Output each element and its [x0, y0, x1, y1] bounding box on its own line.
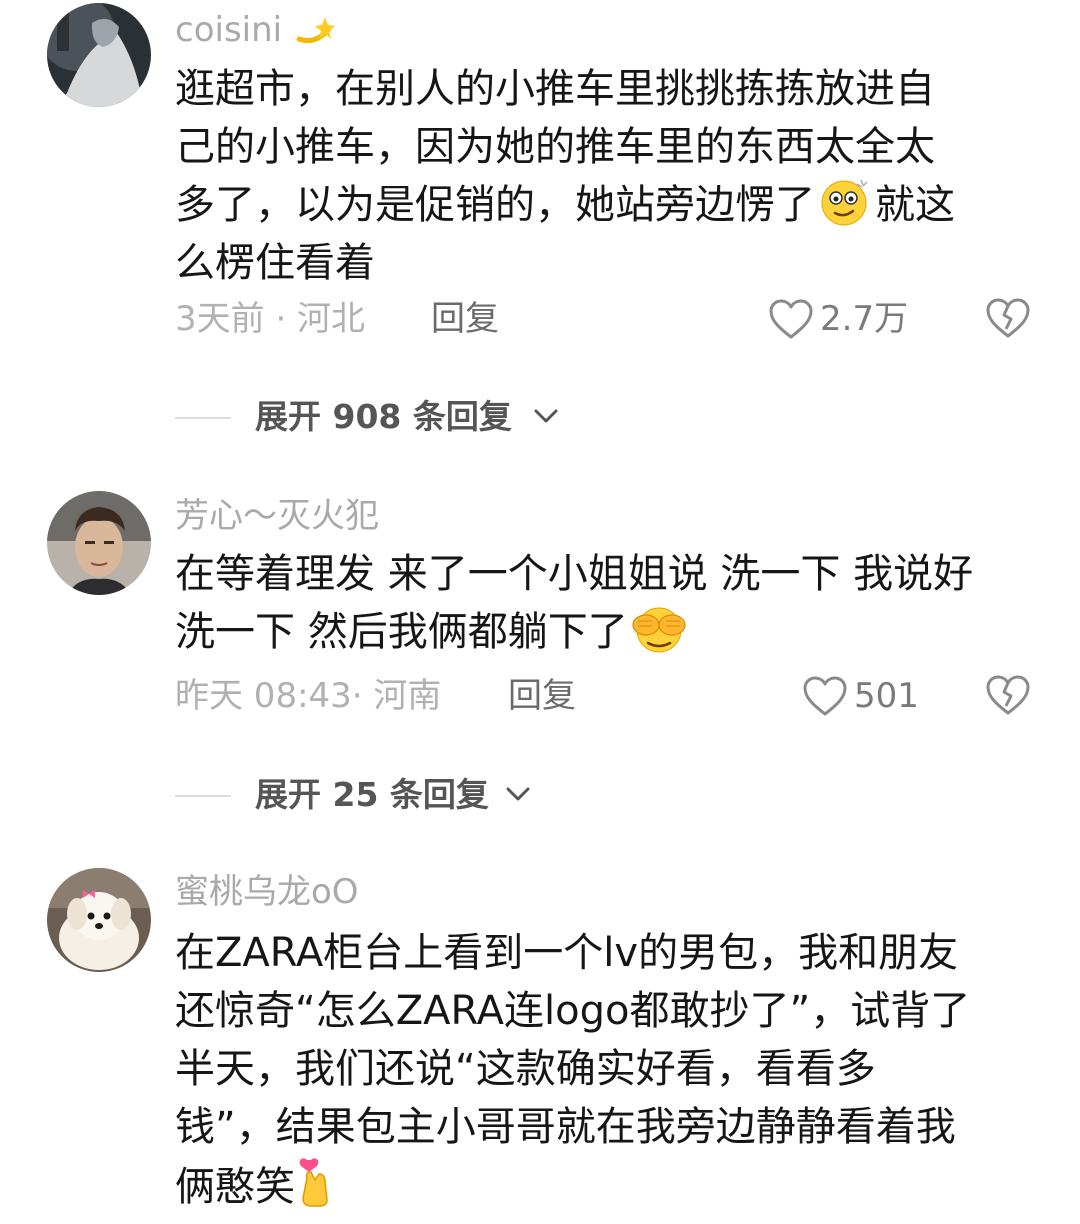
like-count: 501: [854, 676, 919, 716]
like-count: 2.7万: [820, 299, 909, 339]
comment-text: 逛超市，在别人的小推车里挑挑拣拣放进自 己的小推车，因为她的推车里的东西太全太 …: [175, 66, 955, 286]
broken-heart-icon[interactable]: [985, 674, 1031, 727]
chevron-down-icon: [531, 401, 561, 448]
dazed-face-emoji-icon: [817, 176, 873, 242]
comment-text: 在ZARA柜台上看到一个lv的男包，我和朋友 还惊奇“怎么ZARA连logo都敢…: [175, 924, 1045, 1214]
broken-heart-icon[interactable]: [985, 297, 1031, 350]
avatar[interactable]: [47, 491, 151, 595]
heart-outline-icon: [802, 675, 848, 728]
expand-replies-button[interactable]: 展开 908 条回复: [175, 395, 595, 439]
like-button[interactable]: 2.7万: [768, 297, 928, 341]
comment-username[interactable]: 芳心～灭火犯: [175, 496, 379, 536]
comment-meta: 昨天 08:43· 河南 回复 501: [175, 674, 1045, 718]
comment-timestamp: 3天前 · 河北: [175, 299, 366, 339]
comment-username[interactable]: coisini: [175, 10, 337, 54]
dizzy-star-emoji-icon: [295, 14, 335, 54]
expand-replies-button[interactable]: 展开 25 条回复: [175, 773, 555, 817]
finger-heart-emoji-icon: [297, 1156, 337, 1224]
divider: [175, 795, 231, 797]
like-button[interactable]: 501: [802, 674, 942, 718]
see-no-evil-face-emoji-icon: [630, 603, 688, 669]
comment-meta: 3天前 · 河北 回复 2.7万: [175, 297, 1045, 341]
comment-item: 芳心～灭火犯 在等着理发 来了一个小姐姐说 洗一下 我说好 洗一下 然后我俩都躺…: [0, 480, 1080, 830]
avatar[interactable]: [47, 868, 151, 972]
comment-item: 蜜桃乌龙oO 在ZARA柜台上看到一个lv的男包，我和朋友 还惊奇“怎么ZARA…: [0, 860, 1080, 1210]
comment-text: 在等着理发 来了一个小姐姐说 洗一下 我说好 洗一下 然后我俩都躺下了: [175, 545, 1045, 661]
divider: [175, 417, 231, 419]
chevron-down-icon: [503, 779, 533, 826]
comment-username[interactable]: 蜜桃乌龙oO: [175, 872, 359, 912]
heart-outline-icon: [768, 298, 814, 351]
comment-timestamp: 昨天 08:43· 河南: [175, 676, 442, 716]
comment-item: coisini 逛超市，在别人的小推车里挑挑拣拣放进自 己的小推车，因为她的推车…: [0, 0, 1080, 450]
reply-button[interactable]: 回复: [508, 674, 576, 718]
avatar[interactable]: [47, 3, 151, 107]
reply-button[interactable]: 回复: [431, 297, 499, 341]
